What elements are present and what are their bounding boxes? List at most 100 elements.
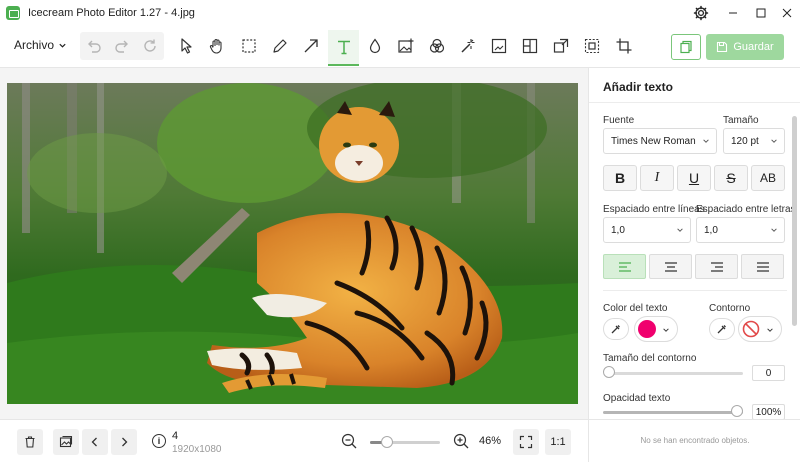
select-pointer-icon[interactable] (172, 32, 200, 60)
add-image-icon[interactable] (392, 32, 420, 60)
letter-spacing-select[interactable]: 1,0 (696, 217, 785, 243)
italic-button[interactable]: I (640, 165, 674, 191)
archivo-menu-label: Archivo (14, 38, 55, 52)
opacity-input[interactable]: 100% (752, 404, 785, 419)
actual-size-button[interactable]: 1:1 (545, 429, 571, 455)
selection-rectangle-icon[interactable] (235, 32, 263, 60)
crop-icon[interactable] (610, 32, 638, 60)
outline-size-input[interactable]: 0 (752, 365, 785, 381)
magic-wand-icon[interactable] (454, 32, 482, 60)
tiger-photo[interactable] (7, 83, 578, 404)
outline-eyedropper-button[interactable] (709, 318, 735, 340)
objects-status-bar: No se han encontrado objetos. (588, 419, 800, 462)
eyedropper-icon (717, 325, 726, 334)
font-label: Fuente (603, 115, 635, 126)
hand-pan-icon[interactable] (203, 32, 231, 60)
opacity-label: Opacidad texto (603, 393, 671, 404)
chevron-down-icon (677, 228, 683, 232)
save-button-label: Guardar (733, 41, 774, 53)
underline-button[interactable]: U (677, 165, 711, 191)
chevron-down-icon (771, 228, 777, 232)
chevron-down-icon (703, 139, 709, 143)
main-toolbar: Archivo Guardar (0, 26, 800, 68)
opacity-slider-thumb[interactable] (731, 405, 743, 417)
arrow-line-icon[interactable] (297, 32, 325, 60)
align-left-button[interactable] (603, 254, 646, 279)
strikethrough-button[interactable]: S (714, 165, 748, 191)
trash-icon (25, 436, 35, 448)
zoom-slider-thumb[interactable] (380, 436, 393, 448)
text-color-label: Color del texto (603, 303, 668, 314)
size-label: Tamaño (723, 115, 759, 126)
save-button[interactable]: Guardar (706, 34, 784, 60)
floppy-save-icon (717, 41, 728, 53)
blur-drop-icon[interactable] (361, 32, 389, 60)
gallery-button[interactable] (53, 429, 79, 455)
color-filters-icon[interactable] (423, 32, 451, 60)
align-justify-button[interactable] (741, 254, 784, 279)
uppercase-button[interactable]: AB (751, 165, 785, 191)
line-spacing-select[interactable]: 1,0 (603, 217, 691, 243)
panel-scrollbar[interactable] (792, 116, 797, 326)
frame-icon[interactable] (485, 32, 513, 60)
info-icon[interactable]: i (152, 434, 166, 448)
bold-button[interactable]: B (603, 165, 637, 191)
no-objects-message: No se han encontrado objetos. (640, 436, 750, 445)
opacity-slider[interactable] (603, 411, 743, 414)
chevron-down-icon (771, 139, 777, 143)
collage-layout-icon[interactable] (516, 32, 544, 60)
resize-image-icon[interactable] (547, 32, 575, 60)
panel-title: Añadir texto (603, 80, 674, 94)
chevron-down-icon (663, 328, 669, 332)
size-select[interactable]: 120 pt (723, 128, 785, 154)
chevron-left-icon (91, 437, 97, 447)
chevron-down-icon (59, 43, 66, 48)
next-image-button[interactable] (111, 429, 137, 455)
align-center-button[interactable] (649, 254, 692, 279)
add-text-panel: Añadir texto Fuente Times New Roman Tama… (588, 68, 800, 419)
zoom-in-icon[interactable] (452, 432, 470, 450)
bottom-bar: i 4 1920x1080 46% 1:1 (0, 419, 588, 462)
panel-divider (589, 102, 800, 103)
text-color-picker[interactable] (634, 316, 678, 342)
window-title: Icecream Photo Editor 1.27 - 4.jpg (28, 7, 195, 19)
outline-color-picker[interactable] (738, 316, 782, 342)
section-divider (603, 290, 787, 291)
duplicate-button[interactable] (671, 34, 701, 60)
outline-size-slider-thumb[interactable] (603, 366, 615, 378)
no-color-icon (742, 320, 760, 338)
align-left-icon (618, 261, 631, 272)
reset-icon[interactable] (136, 32, 164, 60)
settings-gear-icon[interactable] (686, 0, 716, 26)
minimize-button[interactable] (718, 0, 748, 26)
zoom-slider[interactable] (370, 436, 440, 448)
zoom-out-icon[interactable] (340, 432, 358, 450)
outline-size-label: Tamaño del contorno (603, 353, 697, 364)
letter-spacing-value: 1,0 (704, 224, 718, 236)
pencil-draw-icon[interactable] (266, 32, 294, 60)
delete-button[interactable] (17, 429, 43, 455)
close-button[interactable] (772, 0, 800, 26)
outline-label: Contorno (709, 303, 751, 314)
line-spacing-label: Espaciado entre líneas (603, 204, 705, 215)
font-select[interactable]: Times New Roman (603, 128, 717, 154)
image-index: 4 (172, 430, 179, 442)
image-dimensions: 1920x1080 (172, 444, 222, 455)
chevron-down-icon (767, 328, 773, 332)
undo-icon[interactable] (80, 32, 108, 60)
text-eyedropper-button[interactable] (603, 318, 629, 340)
archivo-menu[interactable]: Archivo (14, 38, 67, 52)
redo-icon[interactable] (108, 32, 136, 60)
fit-screen-button[interactable] (513, 429, 539, 455)
canvas-area[interactable] (0, 68, 588, 419)
align-justify-icon (756, 261, 769, 272)
text-color-swatch (638, 320, 656, 338)
transform-selection-icon[interactable] (578, 32, 606, 60)
fullscreen-icon (519, 435, 533, 449)
outline-size-slider[interactable] (607, 372, 743, 375)
previous-image-button[interactable] (82, 429, 108, 455)
text-tool-icon[interactable] (328, 30, 359, 66)
size-select-value: 120 pt (731, 135, 759, 147)
align-right-button[interactable] (695, 254, 738, 279)
zoom-level: 46% (479, 435, 502, 447)
